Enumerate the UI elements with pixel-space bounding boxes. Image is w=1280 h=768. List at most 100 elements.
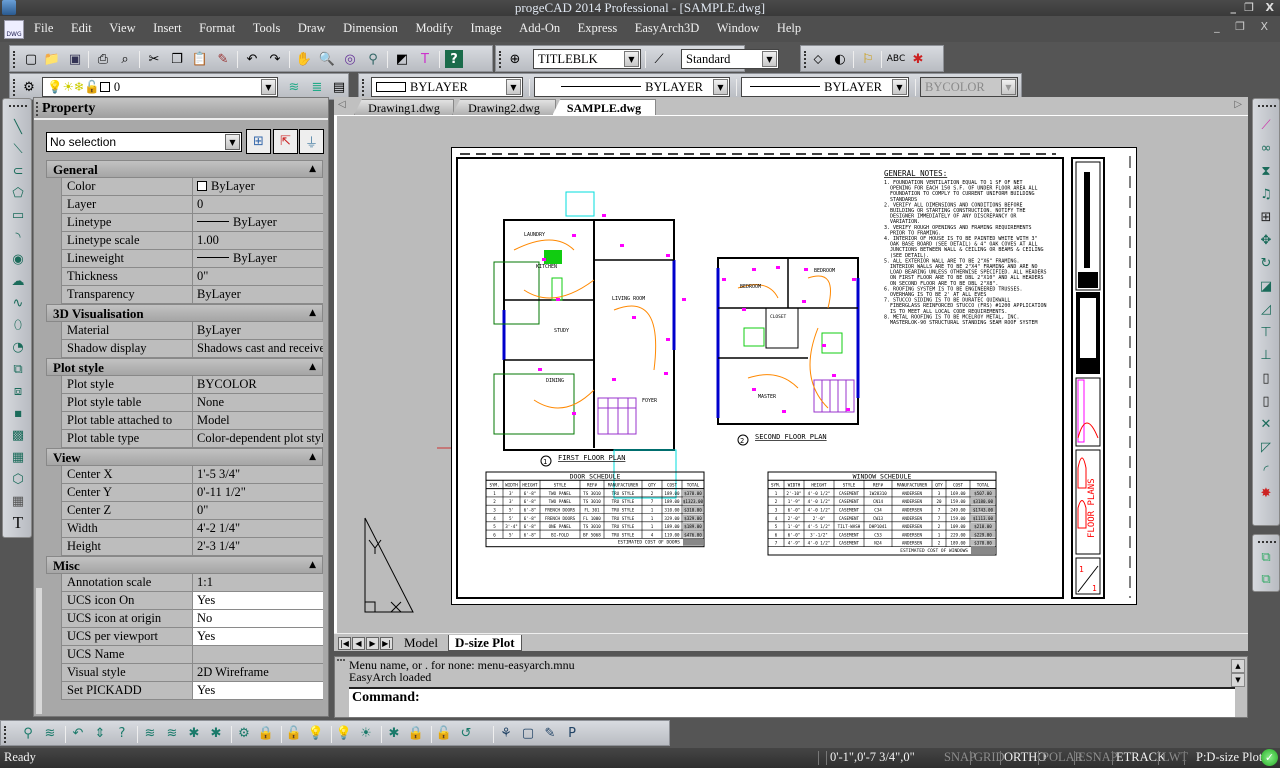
property-value[interactable]: 1.00 xyxy=(193,232,323,249)
zoom-previous-icon[interactable]: ⚲ xyxy=(364,50,382,68)
command-input[interactable]: Command: xyxy=(349,687,1235,717)
property-value[interactable]: No xyxy=(193,610,323,627)
zoom-realtime-icon[interactable]: 🔍 xyxy=(318,50,336,68)
tab-sample[interactable]: SAMPLE.dwg xyxy=(552,99,656,116)
circle-icon[interactable]: ◉ xyxy=(8,249,28,269)
pdf-export-icon[interactable]: P xyxy=(563,724,581,742)
tab-model[interactable]: Model xyxy=(398,635,444,651)
property-value[interactable]: Model xyxy=(193,412,323,429)
text-style-icon[interactable]: T xyxy=(416,50,434,68)
property-value[interactable]: ByLayer xyxy=(193,178,323,195)
copy-object-icon[interactable]: ∞ xyxy=(1256,138,1276,158)
point-icon[interactable]: ■ xyxy=(8,403,28,423)
scale-icon[interactable]: ◪ xyxy=(1256,276,1276,296)
layer-thaw-icon[interactable]: ✱ xyxy=(207,724,225,742)
toolbar-grip[interactable] xyxy=(1258,105,1276,107)
layer-on-icon[interactable]: 🔓 xyxy=(285,724,303,742)
layer-walk-icon[interactable]: ≋ xyxy=(41,724,59,742)
property-row[interactable]: Plot table attached to Model xyxy=(61,412,323,430)
tab-scroll-right-icon[interactable]: ▷ xyxy=(1234,99,1242,110)
toolbar-grip[interactable] xyxy=(13,79,16,96)
table-icon[interactable]: ▦ xyxy=(8,491,28,511)
property-value[interactable]: ByLayer xyxy=(193,286,323,303)
menu-file[interactable]: File xyxy=(34,21,53,36)
color-combo[interactable]: BYLAYER ▼ xyxy=(371,77,523,97)
menu-dimension[interactable]: Dimension xyxy=(343,21,398,36)
layer-thaw-all-icon[interactable]: 💡 xyxy=(335,724,353,742)
property-row[interactable]: UCS icon at origin No xyxy=(61,610,323,628)
property-row[interactable]: Plot style BYCOLOR xyxy=(61,376,323,394)
property-value[interactable]: ByLayer xyxy=(193,322,323,339)
toolbar-grip[interactable] xyxy=(804,51,807,68)
toolbar-grip[interactable] xyxy=(13,51,16,68)
layer-unlock-icon[interactable]: 🔒 xyxy=(257,724,275,742)
property-row[interactable]: Annotation scale 1:1 xyxy=(61,574,323,592)
make-layer-current-icon[interactable]: ≣ xyxy=(308,78,326,96)
property-value[interactable]: 0" xyxy=(193,268,323,285)
undo-icon[interactable]: ↶ xyxy=(243,50,261,68)
property-value[interactable]: Yes xyxy=(193,592,323,609)
lineweight-combo[interactable]: BYLAYER ▼ xyxy=(741,77,909,97)
property-row[interactable]: Center Z 0" xyxy=(61,502,323,520)
layer-freeze-all-icon[interactable]: ☀ xyxy=(357,724,375,742)
match-properties-icon[interactable]: ✎ xyxy=(214,50,232,68)
menu-window[interactable]: Window xyxy=(717,21,760,36)
insert-block-icon[interactable]: ⧉ xyxy=(8,359,28,379)
toolbar-grip[interactable] xyxy=(9,105,27,107)
explode-icon[interactable]: ✸ xyxy=(1256,483,1276,503)
fillet-icon[interactable]: ◜ xyxy=(1256,460,1276,480)
toolbar-grip[interactable] xyxy=(362,79,365,96)
property-value[interactable]: 0" xyxy=(193,502,323,519)
app-icon[interactable] xyxy=(2,0,16,15)
toolbar-grip[interactable] xyxy=(1258,541,1276,543)
redo-icon[interactable]: ↷ xyxy=(266,50,284,68)
layer-isolate-icon[interactable]: ? xyxy=(113,724,131,742)
offset-icon[interactable]: ♫ xyxy=(1256,184,1276,204)
scroll-down-button[interactable]: ▼ xyxy=(1231,673,1245,687)
property-row[interactable]: Transparency ByLayer xyxy=(61,286,323,304)
tab-drawing1[interactable]: Drawing1.dwg xyxy=(354,99,454,115)
insert-block-icon[interactable]: ⊕ xyxy=(506,50,524,68)
property-row[interactable]: Layer 0 xyxy=(61,196,323,214)
ray-icon[interactable]: ⟍ xyxy=(8,139,28,159)
draw-order-icon[interactable]: ◩ xyxy=(393,50,411,68)
property-value[interactable]: 2D Wireframe xyxy=(193,664,323,681)
property-value[interactable]: Yes xyxy=(193,628,323,645)
property-value[interactable]: Yes xyxy=(193,682,323,699)
document-icon[interactable]: DWG xyxy=(4,20,24,39)
select-objects-icon[interactable]: ⇱ xyxy=(273,129,298,154)
linetype-combo[interactable]: BYLAYER ▼ xyxy=(534,77,730,97)
dimstyle-combo[interactable]: Standard ▼ xyxy=(681,49,779,69)
property-row[interactable]: Linetype ByLayer xyxy=(61,214,323,232)
menu-insert[interactable]: Insert xyxy=(153,21,181,36)
spline-icon[interactable]: ∿ xyxy=(8,293,28,313)
tab-d-size-plot[interactable]: D-size Plot xyxy=(448,635,522,651)
command-grip[interactable] xyxy=(337,659,345,661)
property-value[interactable]: 0'-11 1/2" xyxy=(193,484,323,501)
join-icon[interactable]: ✕ xyxy=(1256,414,1276,434)
property-row[interactable]: Center Y 0'-11 1/2" xyxy=(61,484,323,502)
menu-help[interactable]: Help xyxy=(777,21,801,36)
send-to-back-icon[interactable]: ⧉ xyxy=(1256,569,1276,589)
property-row[interactable]: UCS icon On Yes xyxy=(61,592,323,610)
menu-image[interactable]: Image xyxy=(470,21,501,36)
copy-icon[interactable]: ❐ xyxy=(168,50,186,68)
zoom-window-icon[interactable]: ◎ xyxy=(341,50,359,68)
property-row[interactable]: Width 4'-2 1/4" xyxy=(61,520,323,538)
layer-match-icon[interactable]: ↶ xyxy=(69,724,87,742)
property-row[interactable]: Visual style 2D Wireframe xyxy=(61,664,323,682)
line-icon[interactable]: ╲ xyxy=(8,117,28,137)
polyline-icon[interactable]: ⊂ xyxy=(8,161,28,181)
tab-scroll-left-icon[interactable]: ◁ xyxy=(338,99,346,110)
property-row[interactable]: Linetype scale 1.00 xyxy=(61,232,323,250)
ole-object-icon[interactable]: ✎ xyxy=(541,724,559,742)
property-row[interactable]: Material ByLayer xyxy=(61,322,323,340)
id-point-icon[interactable]: ⚐ xyxy=(859,50,877,68)
property-value[interactable]: 2'-3 1/4" xyxy=(193,538,323,555)
layer-unisolate-icon[interactable]: ✱ xyxy=(185,724,203,742)
close-button[interactable]: X xyxy=(1266,0,1274,15)
ortho-photo-icon[interactable]: ⚘ xyxy=(497,724,515,742)
property-row[interactable]: Thickness 0" xyxy=(61,268,323,286)
collapse-icon[interactable]: ▲ xyxy=(309,305,316,322)
print-icon[interactable]: ⎙ xyxy=(94,50,112,68)
